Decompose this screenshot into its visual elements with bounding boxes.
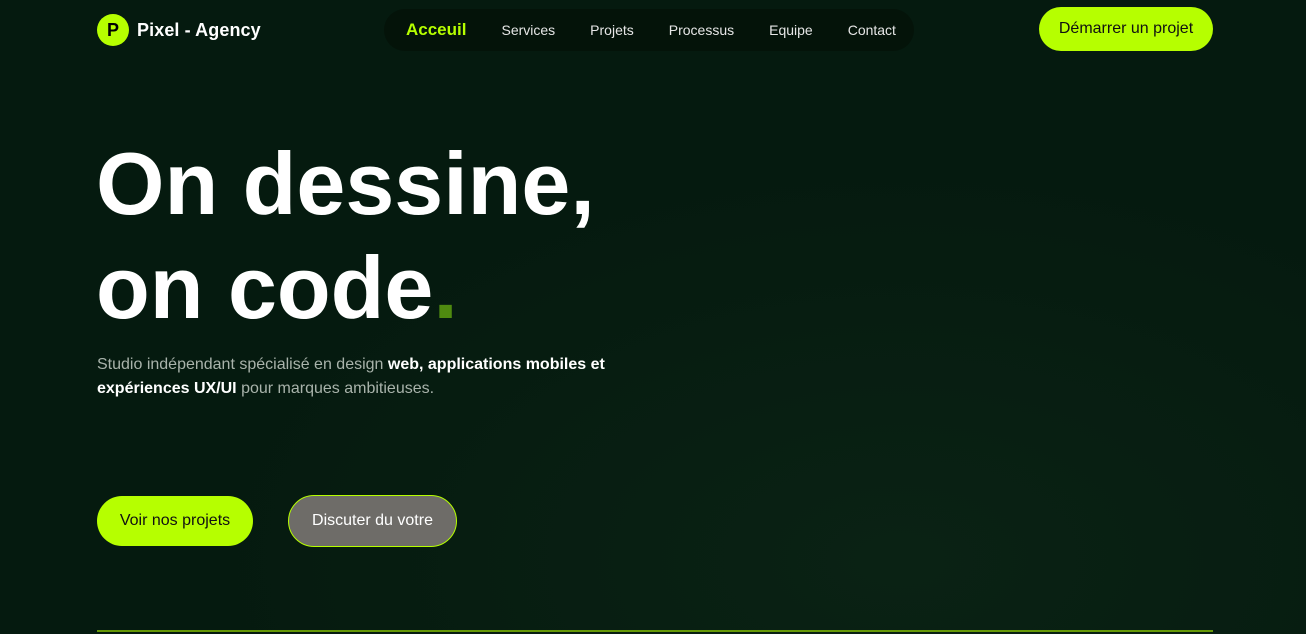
hero-description: Studio indépendant spécialisé en design … — [97, 353, 637, 401]
logo-icon: P — [97, 14, 129, 46]
hero-title-line-2-text: on code — [96, 238, 434, 337]
nav-item-acceuil[interactable]: Acceuil — [406, 20, 466, 40]
nav-item-services[interactable]: Services — [501, 22, 555, 38]
hero-title-line-2: on code. — [96, 236, 595, 340]
hero-title-dot: . — [433, 238, 458, 337]
hero-desc-text-1: Studio indépendant spécialisé en design — [97, 356, 388, 373]
logo-link[interactable]: P Pixel - Agency — [97, 14, 261, 46]
main-nav: Acceuil Services Projets Processus Equip… — [384, 9, 914, 51]
site-header: P Pixel - Agency Acceuil Services Projet… — [0, 0, 1306, 60]
hero-title-line-1: On dessine, — [96, 134, 595, 233]
nav-item-contact[interactable]: Contact — [848, 22, 896, 38]
view-projects-button[interactable]: Voir nos projets — [97, 496, 253, 546]
brand-name: Pixel - Agency — [137, 19, 261, 40]
nav-item-projets[interactable]: Projets — [590, 22, 634, 38]
discuss-project-button[interactable]: Discuter du votre — [288, 495, 457, 547]
nav-item-equipe[interactable]: Equipe — [769, 22, 813, 38]
nav-item-processus[interactable]: Processus — [669, 22, 734, 38]
section-divider — [97, 630, 1213, 632]
hero-desc-text-2: pour marques ambitieuses. — [236, 380, 435, 397]
hero-title: On dessine, on code. — [96, 132, 595, 340]
start-project-button[interactable]: Démarrer un projet — [1039, 7, 1213, 51]
